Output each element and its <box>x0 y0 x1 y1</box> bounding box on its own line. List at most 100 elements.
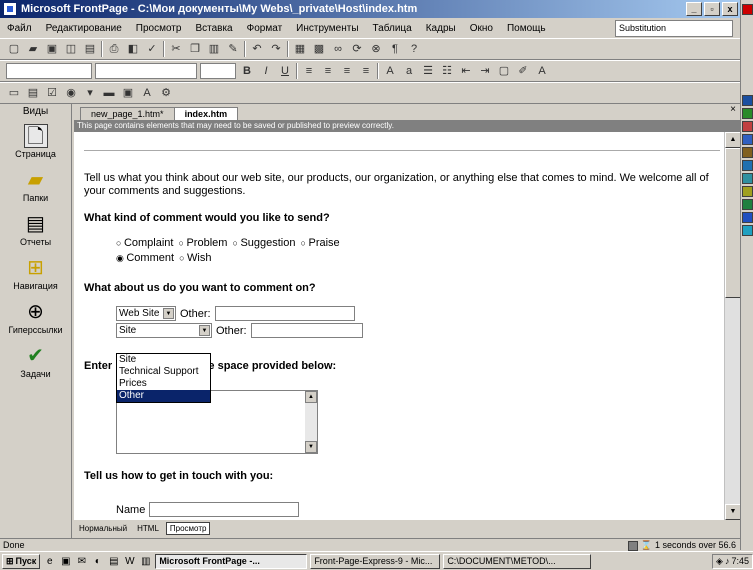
publisher-icon[interactable] <box>742 173 753 184</box>
font-color-icon[interactable]: A <box>534 63 550 79</box>
style-combo[interactable] <box>6 63 92 79</box>
new-page-icon[interactable]: ▢ <box>6 41 22 57</box>
open-icon[interactable]: ▰ <box>25 41 41 57</box>
scroll-up-icon[interactable]: ▲ <box>305 391 317 403</box>
form-label-icon[interactable]: A <box>139 85 155 101</box>
dropdown-option-other[interactable]: Other <box>117 390 210 402</box>
about-select[interactable]: Web Site ▼ <box>116 306 176 321</box>
other-input-2[interactable] <box>250 323 363 338</box>
image-icon[interactable]: ▩ <box>311 41 327 57</box>
table-icon[interactable]: ▦ <box>292 41 308 57</box>
radio-comment[interactable]: Comment <box>116 251 174 266</box>
border-icon[interactable]: ▢ <box>496 63 512 79</box>
tray-icon[interactable]: ◈ <box>716 556 723 567</box>
radio-suggestion[interactable]: Suggestion <box>233 236 295 251</box>
scroll-thumb[interactable] <box>725 148 740 298</box>
view-reports[interactable]: ▤ Отчеты <box>0 212 71 252</box>
explorer-icon[interactable]: ▥ <box>139 555 152 568</box>
radio-praise[interactable]: Praise <box>301 236 339 251</box>
redo-icon[interactable]: ↷ <box>268 41 284 57</box>
align-right-icon[interactable]: ≡ <box>339 63 355 79</box>
hyperlink-icon[interactable]: ∞ <box>330 41 346 57</box>
menu-table[interactable]: Таблица <box>372 21 413 36</box>
save-icon[interactable]: ▣ <box>44 41 60 57</box>
dropdown-arrow-icon[interactable]: ▼ <box>199 325 210 336</box>
word-icon[interactable] <box>742 95 753 106</box>
task-word-doc[interactable]: Front-Page-Express-9 - Mic... <box>310 553 441 569</box>
channels-icon[interactable]: ◐ <box>91 555 104 568</box>
outdent-icon[interactable]: ⇤ <box>458 63 474 79</box>
cut-icon[interactable]: ✂ <box>168 41 184 57</box>
access-icon[interactable] <box>742 147 753 158</box>
menu-file[interactable]: Файл <box>6 21 33 36</box>
ie-icon[interactable]: e <box>43 555 56 568</box>
menu-format[interactable]: Формат <box>246 21 284 36</box>
menu-frames[interactable]: Кадры <box>425 21 457 36</box>
task-frontpage[interactable]: Microsoft FrontPage -... <box>155 553 308 569</box>
font-name-combo[interactable] <box>95 63 197 79</box>
tab-index[interactable]: index.htm <box>173 107 239 120</box>
print-icon[interactable]: ⎙ <box>106 41 122 57</box>
format-painter-icon[interactable]: ✎ <box>225 41 241 57</box>
powerpoint-icon[interactable] <box>742 121 753 132</box>
view-navigation[interactable]: ⊞ Навигация <box>0 256 71 296</box>
tool-icon[interactable] <box>742 186 753 197</box>
view-tasks[interactable]: ✔ Задачи <box>0 344 71 384</box>
tab-html[interactable]: HTML <box>134 523 162 534</box>
view-page[interactable]: 🗋 Страница <box>0 124 71 164</box>
dropdown-option-prices[interactable]: Prices <box>117 378 210 390</box>
tool-icon[interactable] <box>742 212 753 223</box>
name-input[interactable] <box>149 502 300 517</box>
outlook-icon[interactable]: ✉ <box>75 555 88 568</box>
preview-icon[interactable]: ◧ <box>125 41 141 57</box>
close-doc-icon[interactable]: × <box>730 104 736 115</box>
form-properties-icon[interactable]: ⚙ <box>158 85 174 101</box>
office-icon[interactable] <box>742 4 753 15</box>
excel-icon[interactable] <box>742 108 753 119</box>
tab-normal[interactable]: Нормальный <box>76 523 130 534</box>
undo-icon[interactable]: ↶ <box>249 41 265 57</box>
align-center-icon[interactable]: ≡ <box>320 63 336 79</box>
publish-icon[interactable]: ◫ <box>63 41 79 57</box>
radio-complaint[interactable]: Complaint <box>116 236 174 251</box>
paragraph-icon[interactable]: ¶ <box>387 41 403 57</box>
tool-icon[interactable] <box>742 225 753 236</box>
help-icon[interactable]: ? <box>406 41 422 57</box>
spelling-icon[interactable]: ✓ <box>144 41 160 57</box>
radio-problem[interactable]: Problem <box>179 236 227 251</box>
textarea-scrollbar[interactable]: ▲ ▼ <box>305 391 317 453</box>
minimize-button[interactable]: _ <box>686 2 702 16</box>
tab-preview[interactable]: Просмотр <box>165 521 211 535</box>
dropdown-option-site[interactable]: Site <box>117 354 210 366</box>
form-checkbox-icon[interactable]: ☑ <box>44 85 60 101</box>
increase-font-icon[interactable]: A <box>382 63 398 79</box>
menu-window[interactable]: Окно <box>469 21 494 36</box>
bold-icon[interactable]: B <box>239 63 255 79</box>
align-left-icon[interactable]: ≡ <box>301 63 317 79</box>
font-combo[interactable]: Substitution <box>615 20 733 37</box>
other-input[interactable] <box>214 306 355 321</box>
indent-icon[interactable]: ⇥ <box>477 63 493 79</box>
form-textarea-icon[interactable]: ▤ <box>25 85 41 101</box>
menu-help[interactable]: Помощь <box>506 21 547 36</box>
volume-icon[interactable]: ♪ <box>725 556 730 566</box>
highlight-icon[interactable]: ✐ <box>515 63 531 79</box>
tab-new-page[interactable]: new_page_1.htm* <box>80 107 175 120</box>
font-size-combo[interactable] <box>200 63 236 79</box>
scroll-down-icon[interactable]: ▼ <box>725 504 740 520</box>
word-icon[interactable]: W <box>123 555 136 568</box>
desktop-icon[interactable]: ▣ <box>59 555 72 568</box>
form-button-icon[interactable]: ▬ <box>101 85 117 101</box>
copy-icon[interactable]: ❐ <box>187 41 203 57</box>
restore-button[interactable]: ▫ <box>704 2 720 16</box>
frontpage-icon[interactable] <box>742 160 753 171</box>
stop-icon[interactable]: ⊗ <box>368 41 384 57</box>
dropdown-option-support[interactable]: Technical Support <box>117 366 210 378</box>
folder-list-icon[interactable]: ▤ <box>82 41 98 57</box>
menu-view[interactable]: Просмотр <box>135 21 183 36</box>
vertical-scrollbar[interactable]: ▲ ▼ <box>724 132 740 520</box>
about-select-2[interactable]: Site ▼ <box>116 323 212 338</box>
form-dropdown-icon[interactable]: ▾ <box>82 85 98 101</box>
menu-edit[interactable]: Редактирование <box>45 21 123 36</box>
refresh-icon[interactable]: ⟳ <box>349 41 365 57</box>
